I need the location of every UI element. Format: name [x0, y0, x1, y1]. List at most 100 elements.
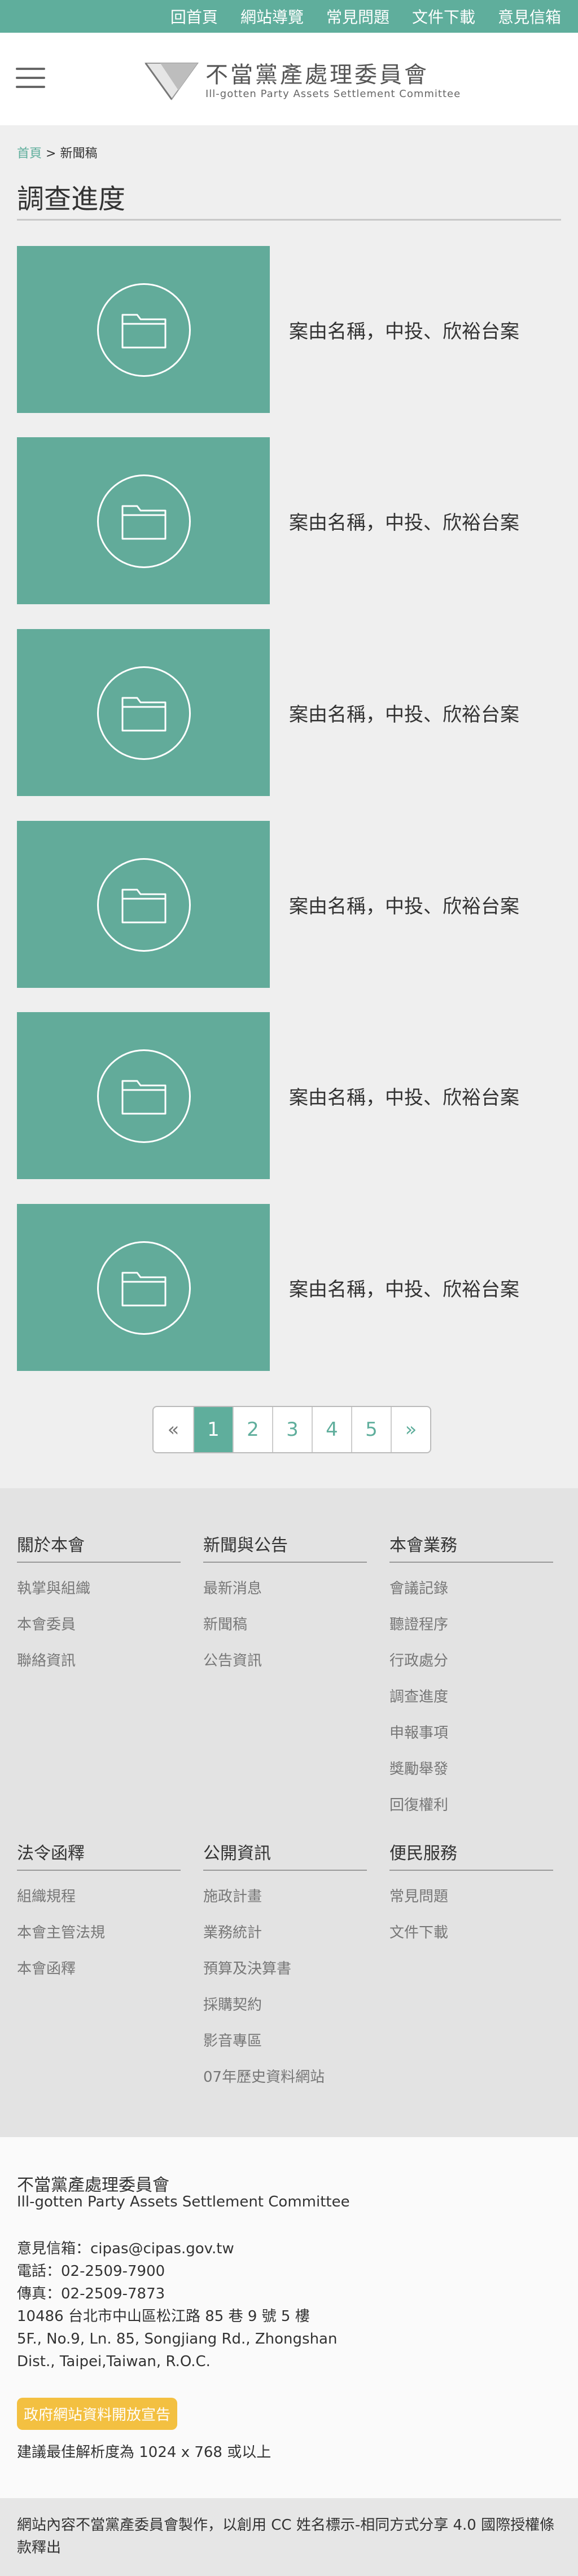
pagination-page-2[interactable]: 2: [233, 1407, 272, 1452]
folder-icon: [97, 858, 191, 952]
pagination-page-1[interactable]: 1: [193, 1407, 233, 1452]
breadcrumb: 首頁 > 新聞稿: [17, 143, 97, 161]
case-card[interactable]: 案由名稱，中投、欣裕台案: [17, 629, 561, 796]
footer-link[interactable]: 執掌與組織: [17, 1571, 181, 1607]
pagination-page-5[interactable]: 5: [351, 1407, 391, 1452]
folder-icon: [97, 666, 191, 760]
case-title[interactable]: 案由名稱，中投、欣裕台案: [289, 821, 519, 988]
case-thumbnail[interactable]: [17, 1012, 270, 1179]
page-title: 調查進度: [17, 183, 126, 215]
footer-section-laws: 法令函釋 組織規程 本會主管法規 本會函釋: [17, 1839, 181, 1987]
folder-icon: [97, 1049, 191, 1143]
contact-email[interactable]: 意見信箱：cipas@cipas.gov.tw: [17, 2237, 337, 2260]
case-card[interactable]: 案由名稱，中投、欣裕台案: [17, 246, 561, 413]
folder-icon: [97, 283, 191, 377]
footer-link[interactable]: 採購契約: [203, 1987, 367, 2023]
case-title[interactable]: 案由名稱，中投、欣裕台案: [289, 246, 519, 413]
top-nav-feedback-link[interactable]: 意見信箱: [498, 5, 561, 28]
case-thumbnail[interactable]: [17, 246, 270, 413]
top-nav-faq-link[interactable]: 常見問題: [326, 5, 389, 28]
footer-link[interactable]: 業務統計: [203, 1915, 367, 1951]
case-title[interactable]: 案由名稱，中投、欣裕台案: [289, 629, 519, 796]
footer-section-heading: 本會業務: [389, 1531, 553, 1563]
pagination-prev-button[interactable]: «: [154, 1407, 193, 1452]
case-thumbnail[interactable]: [17, 629, 270, 796]
license-note: 網站內容不當黨產委員會製作，以創用 CC 姓名標示-相同方式分享 4.0 國際授…: [0, 2498, 578, 2576]
footer-section-public-info: 公開資訊 施政計畫 業務統計 預算及決算書 採購契約 影音專區 07年歷史資料網…: [203, 1839, 367, 2095]
site-header: 不當黨產處理委員會 Ill-gotten Party Assets Settle…: [0, 33, 578, 125]
footer-link[interactable]: 本會委員: [17, 1607, 181, 1643]
top-nav-home-link[interactable]: 回首頁: [170, 5, 218, 28]
footer-contact: 不當黨產處理委員會 Ill-gotten Party Assets Settle…: [0, 2137, 578, 2498]
footer-sitemap: 關於本會 執掌與組織 本會委員 聯絡資訊 新聞與公告 最新消息 新聞稿 公告資訊…: [0, 1488, 578, 2137]
case-card[interactable]: 案由名稱，中投、欣裕台案: [17, 1204, 561, 1371]
case-card[interactable]: 案由名稱，中投、欣裕台案: [17, 821, 561, 988]
top-nav-downloads-link[interactable]: 文件下載: [412, 5, 475, 28]
case-thumbnail[interactable]: [17, 821, 270, 988]
case-thumbnail[interactable]: [17, 437, 270, 604]
case-thumbnail[interactable]: [17, 1204, 270, 1371]
contact-address-en-line1: 5F., No.9, Ln. 85, Songjiang Rd., Zhongs…: [17, 2331, 338, 2348]
contact-info: 意見信箱：cipas@cipas.gov.tw 電話：02-2509-7900 …: [17, 2237, 337, 2373]
footer-link[interactable]: 本會主管法規: [17, 1915, 181, 1951]
footer-section-services: 便民服務 常見問題 文件下載: [389, 1839, 553, 1951]
footer-link[interactable]: 施政計畫: [203, 1879, 367, 1915]
footer-link[interactable]: 行政處分: [389, 1643, 553, 1679]
top-nav-sitemap-link[interactable]: 網站導覽: [240, 5, 304, 28]
footer-link[interactable]: 組織規程: [17, 1879, 181, 1915]
org-name-en: Ill-gotten Party Assets Settlement Commi…: [17, 2193, 350, 2210]
footer-section-heading: 法令函釋: [17, 1839, 181, 1871]
case-card[interactable]: 案由名稱，中投、欣裕台案: [17, 437, 561, 604]
footer-link[interactable]: 本會函釋: [17, 1951, 181, 1987]
contact-fax: 傳真：02-2509-7873: [17, 2285, 165, 2302]
footer-section-business: 本會業務 會議記錄 聽證程序 行政處分 調查進度 申報事項 獎勵舉發 回復權利: [389, 1531, 553, 1823]
footer-link[interactable]: 最新消息: [203, 1571, 367, 1607]
footer-section-heading: 關於本會: [17, 1531, 181, 1563]
contact-address-zh: 10486 台北市中山區松江路 85 巷 9 號 5 樓: [17, 2308, 310, 2325]
pagination-page-4[interactable]: 4: [312, 1407, 351, 1452]
contact-phone: 電話：02-2509-7900: [17, 2263, 165, 2280]
footer-link[interactable]: 調查進度: [389, 1679, 553, 1715]
footer-link[interactable]: 申報事項: [389, 1715, 553, 1751]
org-name-zh: 不當黨產處理委員會: [17, 2175, 169, 2195]
resolution-note: 建議最佳解析度為 1024 x 768 或以上: [17, 2444, 272, 2461]
logo-title-zh: 不當黨產處理委員會: [205, 62, 429, 88]
pagination-page-3[interactable]: 3: [272, 1407, 312, 1452]
logo-mark-icon: [144, 63, 199, 100]
breadcrumb-current: 新聞稿: [60, 147, 98, 161]
footer-section-news: 新聞與公告 最新消息 新聞稿 公告資訊: [203, 1531, 367, 1679]
footer-section-heading: 新聞與公告: [203, 1531, 367, 1563]
top-nav-bar: 回首頁 網站導覽 常見問題 文件下載 意見信箱: [0, 0, 578, 33]
pagination-next-button[interactable]: »: [391, 1407, 430, 1452]
footer-link[interactable]: 文件下載: [389, 1915, 553, 1951]
footer-section-heading: 便民服務: [389, 1839, 553, 1871]
hamburger-menu-icon[interactable]: [16, 68, 45, 88]
case-card[interactable]: 案由名稱，中投、欣裕台案: [17, 1012, 561, 1179]
footer-link[interactable]: 公告資訊: [203, 1643, 367, 1679]
folder-icon: [97, 1241, 191, 1335]
footer-link[interactable]: 常見問題: [389, 1879, 553, 1915]
footer-link[interactable]: 預算及決算書: [203, 1951, 367, 1987]
folder-icon: [97, 474, 191, 568]
footer-section-about: 關於本會 執掌與組織 本會委員 聯絡資訊: [17, 1531, 181, 1679]
open-data-badge[interactable]: 政府網站資料開放宣告: [17, 2398, 178, 2430]
logo-title-en: Ill-gotten Party Assets Settlement Commi…: [205, 88, 461, 100]
breadcrumb-home-link[interactable]: 首頁: [17, 147, 42, 161]
contact-address-en-line2: Dist., Taipei,Taiwan, R.O.C.: [17, 2353, 211, 2370]
pagination: « 1 2 3 4 5 »: [152, 1406, 431, 1453]
case-title[interactable]: 案由名稱，中投、欣裕台案: [289, 1204, 519, 1371]
site-logo[interactable]: 不當黨產處理委員會 Ill-gotten Party Assets Settle…: [143, 61, 461, 102]
footer-link[interactable]: 聽證程序: [389, 1607, 553, 1643]
footer-link[interactable]: 新聞稿: [203, 1607, 367, 1643]
footer-link[interactable]: 獎勵舉發: [389, 1751, 553, 1787]
breadcrumb-separator: >: [42, 147, 60, 161]
footer-link[interactable]: 聯絡資訊: [17, 1643, 181, 1679]
footer-link[interactable]: 07年歷史資料網站: [203, 2059, 367, 2095]
case-title[interactable]: 案由名稱，中投、欣裕台案: [289, 437, 519, 604]
footer-section-heading: 公開資訊: [203, 1839, 367, 1871]
footer-link[interactable]: 會議記錄: [389, 1571, 553, 1607]
footer-link[interactable]: 回復權利: [389, 1787, 553, 1823]
title-divider: [17, 219, 561, 221]
footer-link[interactable]: 影音專區: [203, 2023, 367, 2059]
case-title[interactable]: 案由名稱，中投、欣裕台案: [289, 1012, 519, 1179]
